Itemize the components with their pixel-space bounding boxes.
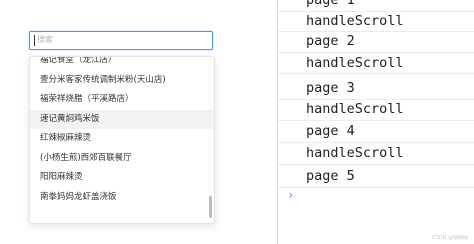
dropdown-items: 福记食堂（龙江店） 壹分米客家传统调制米粉(天山店) 福荣祥烧腊（平溪路店） 速… — [30, 57, 214, 208]
list-item[interactable]: (小杨生煎)西郊百联餐厅 — [30, 149, 214, 169]
list-item-active[interactable]: 速记黄焖鸡米饭 — [30, 109, 214, 129]
text-cursor — [34, 35, 35, 46]
dropdown-scrollbar[interactable] — [209, 196, 212, 218]
list-item[interactable]: 福荣祥烧腊（平溪路店） — [30, 90, 214, 110]
log-text: handleScroll — [306, 101, 404, 117]
log-text: page 3 — [306, 80, 355, 96]
list-item[interactable]: 福记食堂（龙江店） — [30, 57, 214, 71]
console-log-row: handleScroll — [278, 143, 474, 165]
console-log-row: handleScroll — [278, 99, 474, 121]
log-text: handleScroll — [306, 54, 404, 71]
dropdown-list[interactable]: 福记食堂（龙江店） 壹分米客家传统调制米粉(天山店) 福荣祥烧腊（平溪路店） 速… — [29, 56, 215, 224]
list-item[interactable]: 南拳妈妈龙虾盖浇饭 — [30, 188, 214, 208]
console-log-row: page 2 — [278, 31, 474, 53]
list-item[interactable]: 红辣椒麻辣烫 — [30, 129, 214, 149]
log-text: handleScroll — [306, 145, 404, 161]
log-text: page 4 — [306, 123, 355, 139]
search-input[interactable]: 搜索 — [29, 31, 213, 50]
console-prompt-icon[interactable]: › — [287, 188, 294, 202]
watermark: CSDN @咕咕咕 — [432, 235, 468, 241]
search-placeholder: 搜索 — [37, 35, 53, 44]
log-text: page 5 — [306, 168, 355, 184]
log-text: page 1 — [306, 0, 355, 8]
list-item[interactable]: 阳阳麻辣烫 — [30, 168, 214, 188]
console-log-row: page 4 — [278, 121, 474, 143]
console-log-row: handleScroll — [278, 11, 474, 32]
console-log-row: page 5 — [278, 166, 474, 188]
log-text: handleScroll — [306, 12, 404, 29]
list-item[interactable]: 壹分米客家传统调制米粉(天山店) — [30, 71, 214, 91]
console-panel: page 1 handleScroll page 2 handleScroll … — [278, 0, 474, 244]
console-log-row: handleScroll — [278, 53, 474, 74]
log-text: page 2 — [306, 33, 355, 49]
console-log-row: page 3 — [278, 78, 474, 100]
